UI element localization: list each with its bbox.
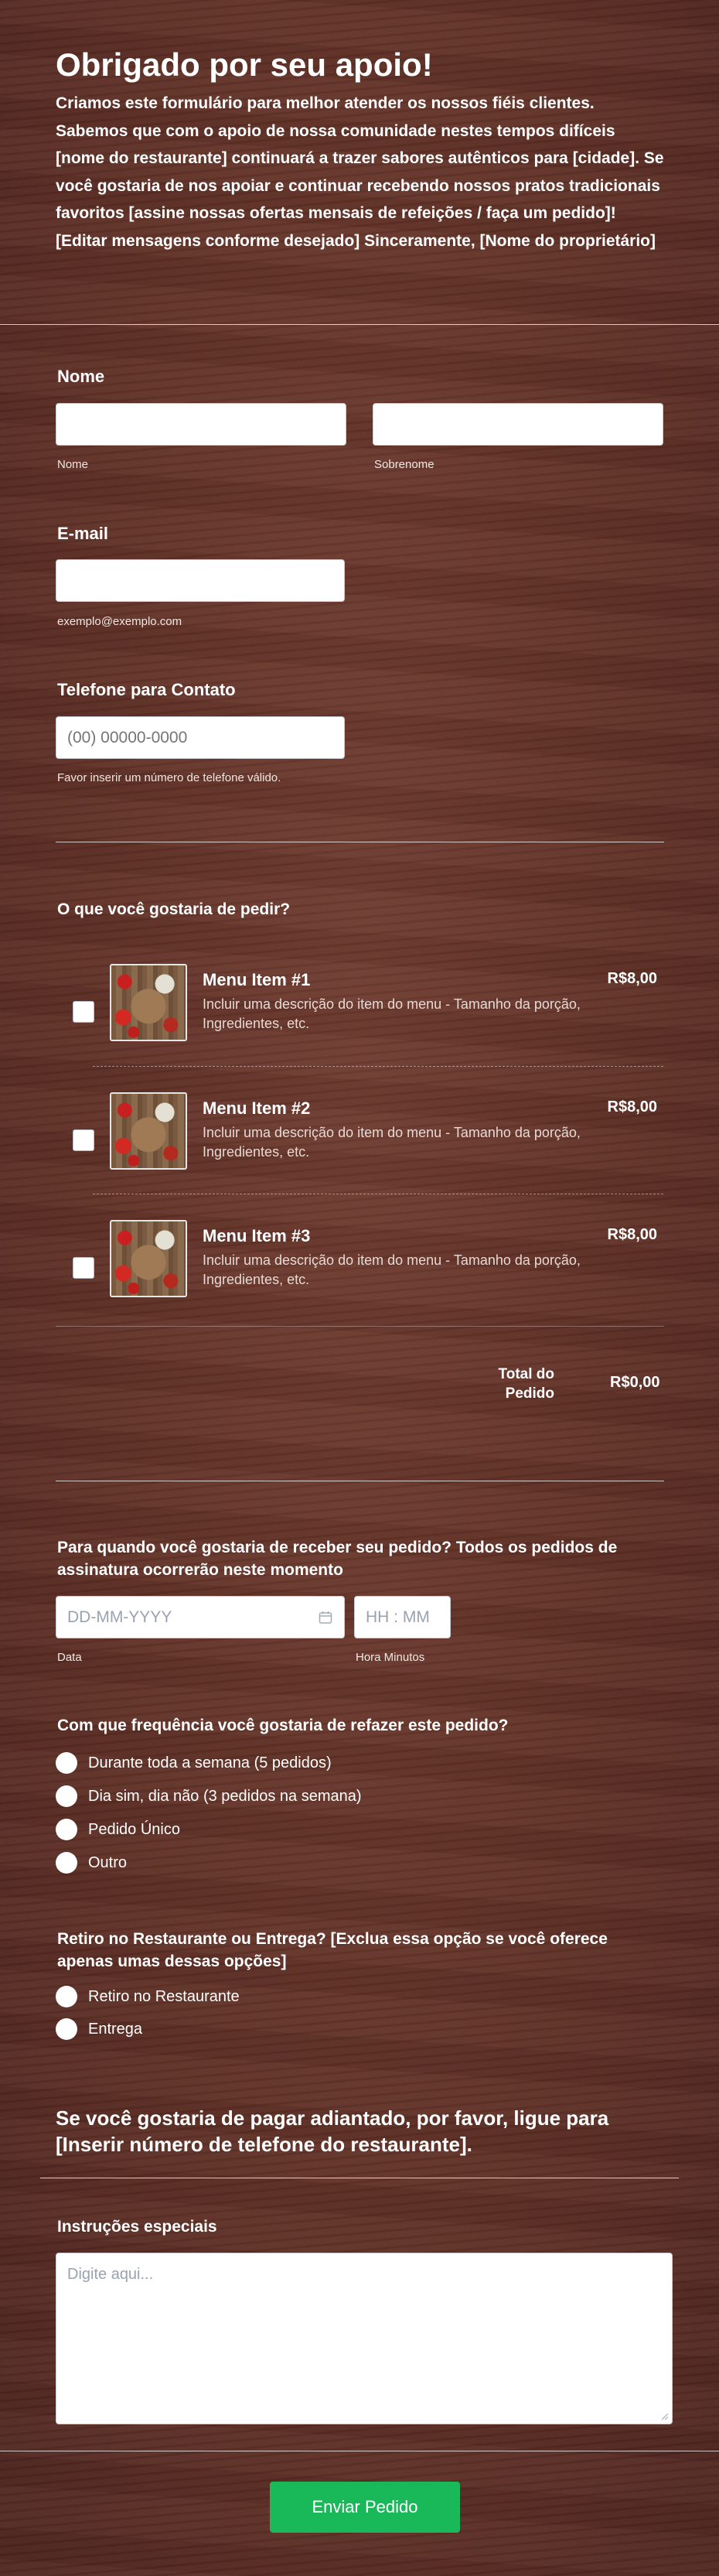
phone-label: Telefone para Contato <box>57 680 236 699</box>
last-name-sublabel: Sobrenome <box>374 458 434 471</box>
product-price: R$8,00 <box>607 970 658 987</box>
resize-handle-icon[interactable] <box>659 2411 669 2421</box>
pickup-option-label: Entrega <box>88 2020 143 2038</box>
email-sublabel: exemplo@exemplo.com <box>57 615 182 628</box>
time-placeholder: HH : MM <box>366 1607 430 1626</box>
instructions-textarea[interactable]: Digite aqui... <box>56 2253 673 2424</box>
delivery-date-label: Para quando você gostaria de receber seu… <box>57 1539 618 1579</box>
date-placeholder: DD-MM-YYYY <box>67 1607 172 1626</box>
order-total-label-line1: Total do <box>498 1366 554 1382</box>
product-description: Incluir uma descrição do item do menu - … <box>203 1252 581 1287</box>
time-input[interactable]: HH : MM <box>354 1596 451 1638</box>
phone-sublabel: Favor inserir um número de telefone váli… <box>57 771 281 784</box>
first-name-sublabel: Nome <box>57 458 89 471</box>
product-name: Menu Item #2 <box>203 1098 311 1118</box>
radio-button[interactable] <box>56 1986 77 2007</box>
email-input[interactable] <box>56 559 345 602</box>
product-price: R$8,00 <box>607 1098 658 1115</box>
product-image <box>110 964 187 1041</box>
frequency-option-label: Dia sim, dia não (3 pedidos na semana) <box>88 1787 362 1805</box>
product-image <box>110 1092 187 1170</box>
order-total-label-line2: Pedido <box>505 1385 554 1402</box>
product-name: Menu Item #1 <box>203 970 311 989</box>
product-checkbox[interactable] <box>73 1129 94 1151</box>
instructions-placeholder: Digite aqui... <box>67 2266 154 2283</box>
date-input[interactable]: DD-MM-YYYY <box>56 1596 345 1638</box>
instructions-label: Instruções especiais <box>57 2218 217 2236</box>
time-sublabel: Hora Minutos <box>356 1651 425 1664</box>
phone-input[interactable] <box>56 716 345 759</box>
pickup-label: Retiro no Restaurante ou Entrega? [Exclu… <box>57 1930 608 1970</box>
product-checkbox[interactable] <box>73 1257 94 1279</box>
header-divider <box>0 324 719 325</box>
radio-button[interactable] <box>56 1785 77 1807</box>
calendar-icon[interactable] <box>318 1610 333 1625</box>
intro-text: Criamos este formulário para melhor aten… <box>56 94 664 250</box>
frequency-option-label: Outro <box>88 1853 128 1871</box>
product-description: Incluir uma descrição do item do menu - … <box>203 996 581 1031</box>
product-image <box>110 1220 187 1297</box>
radio-button[interactable] <box>56 1852 77 1874</box>
products-bottom-divider <box>56 1326 664 1327</box>
product-row: Menu Item #3 Incluir uma descrição do it… <box>56 1214 663 1330</box>
frequency-option[interactable]: Dia sim, dia não (3 pedidos na semana) <box>56 1784 362 1809</box>
product-description: Incluir uma descrição do item do menu - … <box>203 1125 581 1160</box>
date-sublabel: Data <box>57 1651 82 1664</box>
frequency-option-label: Pedido Único <box>88 1820 180 1838</box>
name-label: Nome <box>57 367 105 386</box>
product-divider <box>93 1066 663 1067</box>
page-title: Obrigado por seu apoio! <box>56 46 433 83</box>
frequency-label: Com que frequência você gostaria de refa… <box>57 1717 509 1734</box>
last-name-input[interactable] <box>373 403 663 446</box>
pickup-option[interactable]: Retiro no Restaurante <box>56 1984 240 2009</box>
order-total-label: Total do Pedido <box>464 1365 554 1403</box>
first-name-input[interactable] <box>56 403 346 446</box>
product-row: Menu Item #2 Incluir uma descrição do it… <box>56 1086 663 1202</box>
prepay-note: Se você gostaria de pagar adiantado, por… <box>56 2106 609 2156</box>
order-label: O que você gostaria de pedir? <box>57 900 291 918</box>
radio-button[interactable] <box>56 2018 77 2040</box>
radio-button[interactable] <box>56 1752 77 1774</box>
frequency-option[interactable]: Durante toda a semana (5 pedidos) <box>56 1751 332 1775</box>
product-row: Menu Item #1 Incluir uma descrição do it… <box>56 958 663 1074</box>
pickup-option[interactable]: Entrega <box>56 2017 142 2041</box>
order-total-value: R$0,00 <box>610 1374 660 1391</box>
product-price: R$8,00 <box>607 1226 658 1243</box>
product-name: Menu Item #3 <box>203 1226 311 1245</box>
submit-button[interactable]: Enviar Pedido <box>270 2482 460 2533</box>
email-label: E-mail <box>57 524 109 543</box>
frequency-option-label: Durante toda a semana (5 pedidos) <box>88 1754 332 1771</box>
pickup-option-label: Retiro no Restaurante <box>88 1987 240 2005</box>
radio-button[interactable] <box>56 1819 77 1840</box>
product-checkbox[interactable] <box>73 1001 94 1023</box>
frequency-option[interactable]: Outro <box>56 1850 127 1875</box>
frequency-option[interactable]: Pedido Único <box>56 1817 180 1842</box>
